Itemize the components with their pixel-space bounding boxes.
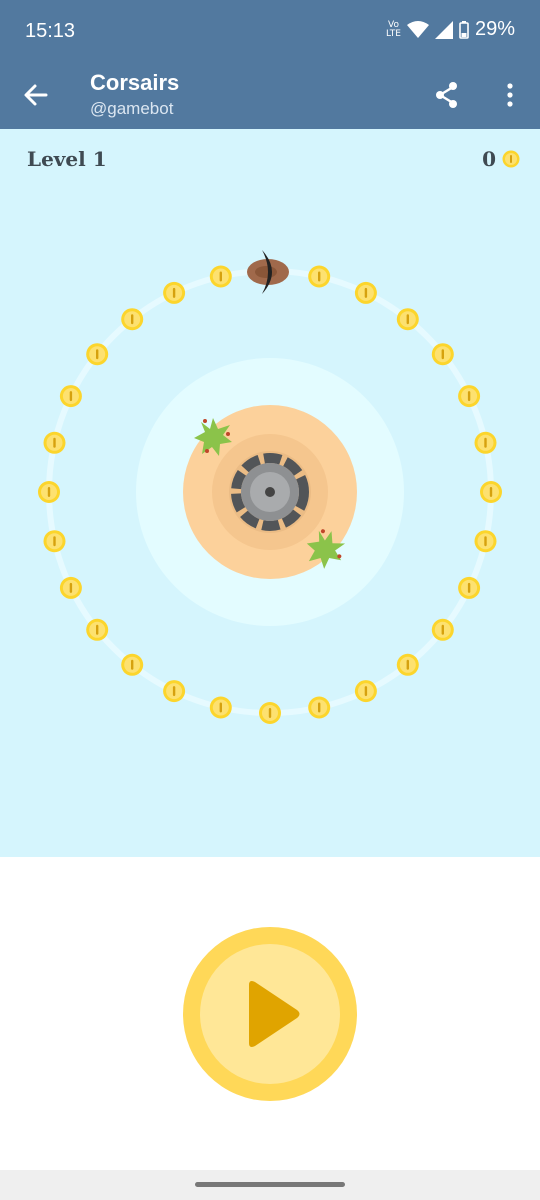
coin-icon [38, 481, 60, 503]
home-gesture-handle[interactable] [195, 1182, 345, 1187]
chat-subtitle: @gamebot [90, 99, 174, 118]
coin-icon [396, 653, 419, 676]
coin-icon [259, 702, 281, 724]
coin-icon [396, 308, 419, 331]
battery-percent: 29% [474, 18, 515, 40]
coin-icon [121, 308, 144, 331]
play-button[interactable] [183, 927, 357, 1101]
coin-icon [431, 343, 454, 366]
app-bar: Corsairs @gamebot [0, 62, 540, 129]
coin-icon [43, 530, 66, 553]
score-value: 0 [482, 147, 496, 171]
coin-icon [502, 150, 520, 168]
controls-panel [0, 857, 540, 1170]
coin-icon [480, 481, 502, 503]
battery-icon [459, 20, 469, 39]
coin-icon [209, 265, 232, 288]
status-bar: 15:13 Vo LTE 29% [0, 0, 540, 62]
coin-icon [458, 576, 481, 599]
coin-icon [209, 696, 232, 719]
coin-icon [86, 618, 109, 641]
game-board[interactable]: Level 1 0 [0, 129, 540, 857]
share-icon[interactable] [432, 80, 462, 110]
level-label: Level 1 [27, 147, 107, 171]
coin-icon [59, 576, 82, 599]
coin-icon [308, 265, 331, 288]
pirate-ship-icon[interactable] [247, 250, 289, 294]
coin-icon [163, 281, 186, 304]
volte-icon: Vo LTE [386, 19, 401, 39]
system-nav-bar [0, 1170, 540, 1200]
coin-icon [474, 530, 497, 553]
coin-icon [354, 680, 377, 703]
score-display: 0 [482, 147, 520, 171]
signal-icon [434, 20, 453, 39]
tower [231, 453, 309, 531]
status-time: 15:13 [25, 20, 76, 42]
chat-title: Corsairs [90, 70, 180, 95]
coin-icon [458, 385, 481, 408]
game-canvas[interactable] [0, 129, 540, 857]
coin-icon [354, 281, 377, 304]
coin-icon [121, 653, 144, 676]
coin-icon [308, 696, 331, 719]
more-vert-icon[interactable] [497, 80, 523, 110]
coin-icon [86, 343, 109, 366]
coin-icon [163, 680, 186, 703]
coin-icon [59, 385, 82, 408]
coin-icon [474, 431, 497, 454]
coin-icon [431, 618, 454, 641]
back-arrow-icon[interactable] [20, 79, 52, 111]
wifi-icon [406, 20, 429, 38]
coin-icon [43, 431, 66, 454]
status-icons: Vo LTE 29% [386, 18, 515, 41]
tower-cannon [265, 487, 275, 497]
